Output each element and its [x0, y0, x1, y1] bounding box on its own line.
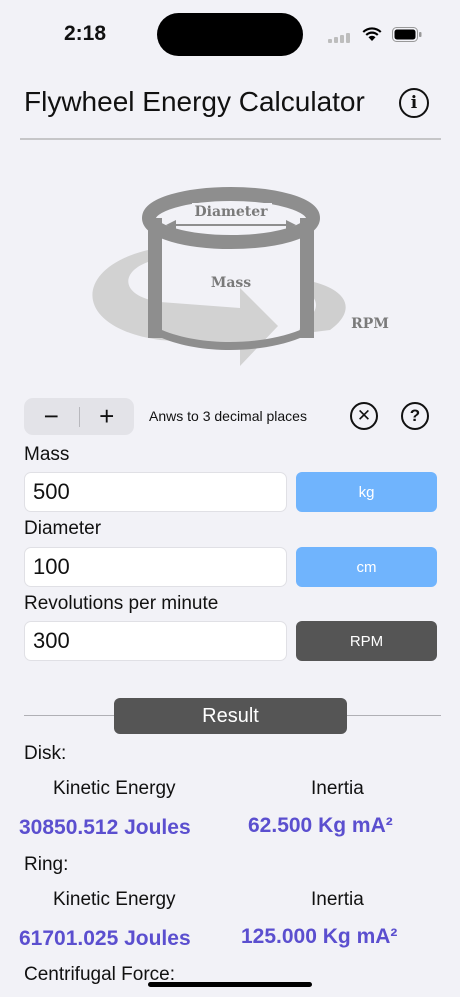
wifi-icon	[362, 26, 382, 41]
disk-ke-header: Kinetic Energy	[53, 778, 176, 799]
home-indicator	[148, 982, 312, 987]
decimal-places-text: Anws to 3 decimal places	[149, 408, 307, 424]
page-title: Flywheel Energy Calculator	[24, 86, 365, 117]
diameter-label: Diameter	[24, 518, 102, 539]
ring-inertia-value: 125.000 Kg mA²	[241, 925, 398, 948]
diagram-rpm-label: RPM	[351, 316, 389, 332]
decrement-button[interactable]: −	[24, 398, 79, 435]
ring-label: Ring:	[24, 854, 69, 875]
rpm-input[interactable]: 300	[24, 621, 287, 661]
mass-input[interactable]: 500	[24, 472, 287, 512]
battery-icon	[392, 26, 422, 42]
increment-button[interactable]: +	[80, 398, 135, 435]
ring-ke-header: Kinetic Energy	[53, 889, 176, 910]
ring-inertia-header: Inertia	[311, 889, 364, 910]
help-button[interactable]: ?	[401, 402, 429, 430]
info-button[interactable]: i	[399, 88, 429, 118]
status-icons	[328, 25, 422, 43]
status-bar: 2:18	[0, 0, 460, 70]
clear-icon: ✕	[356, 406, 372, 425]
rpm-unit-button[interactable]: RPM	[296, 621, 437, 661]
disk-inertia-value: 62.500 Kg mA²	[248, 814, 393, 837]
mass-unit-button[interactable]: kg	[296, 472, 437, 512]
diameter-input[interactable]: 100	[24, 547, 287, 587]
cellular-signal-icon	[328, 25, 352, 43]
disk-ke-value: 30850.512 Joules	[19, 816, 191, 839]
disk-inertia-header: Inertia	[311, 778, 364, 799]
help-icon: ?	[409, 406, 421, 425]
rpm-label: Revolutions per minute	[24, 593, 219, 614]
info-icon: i	[410, 93, 418, 113]
diagram-mass-label: Mass	[211, 275, 251, 291]
decimal-stepper[interactable]: − +	[24, 398, 134, 435]
diagram-diameter-label: Diameter	[194, 204, 268, 220]
diameter-unit-button[interactable]: cm	[296, 547, 437, 587]
result-button[interactable]: Result	[114, 698, 347, 734]
mass-label: Mass	[24, 444, 70, 465]
flywheel-diagram: Diameter Mass RPM	[92, 187, 389, 366]
ring-ke-value: 61701.025 Joules	[19, 927, 191, 950]
status-time: 2:18	[64, 22, 107, 45]
clear-button[interactable]: ✕	[350, 402, 378, 430]
dynamic-island	[157, 13, 303, 56]
disk-label: Disk:	[24, 743, 67, 764]
header-divider	[20, 138, 441, 140]
